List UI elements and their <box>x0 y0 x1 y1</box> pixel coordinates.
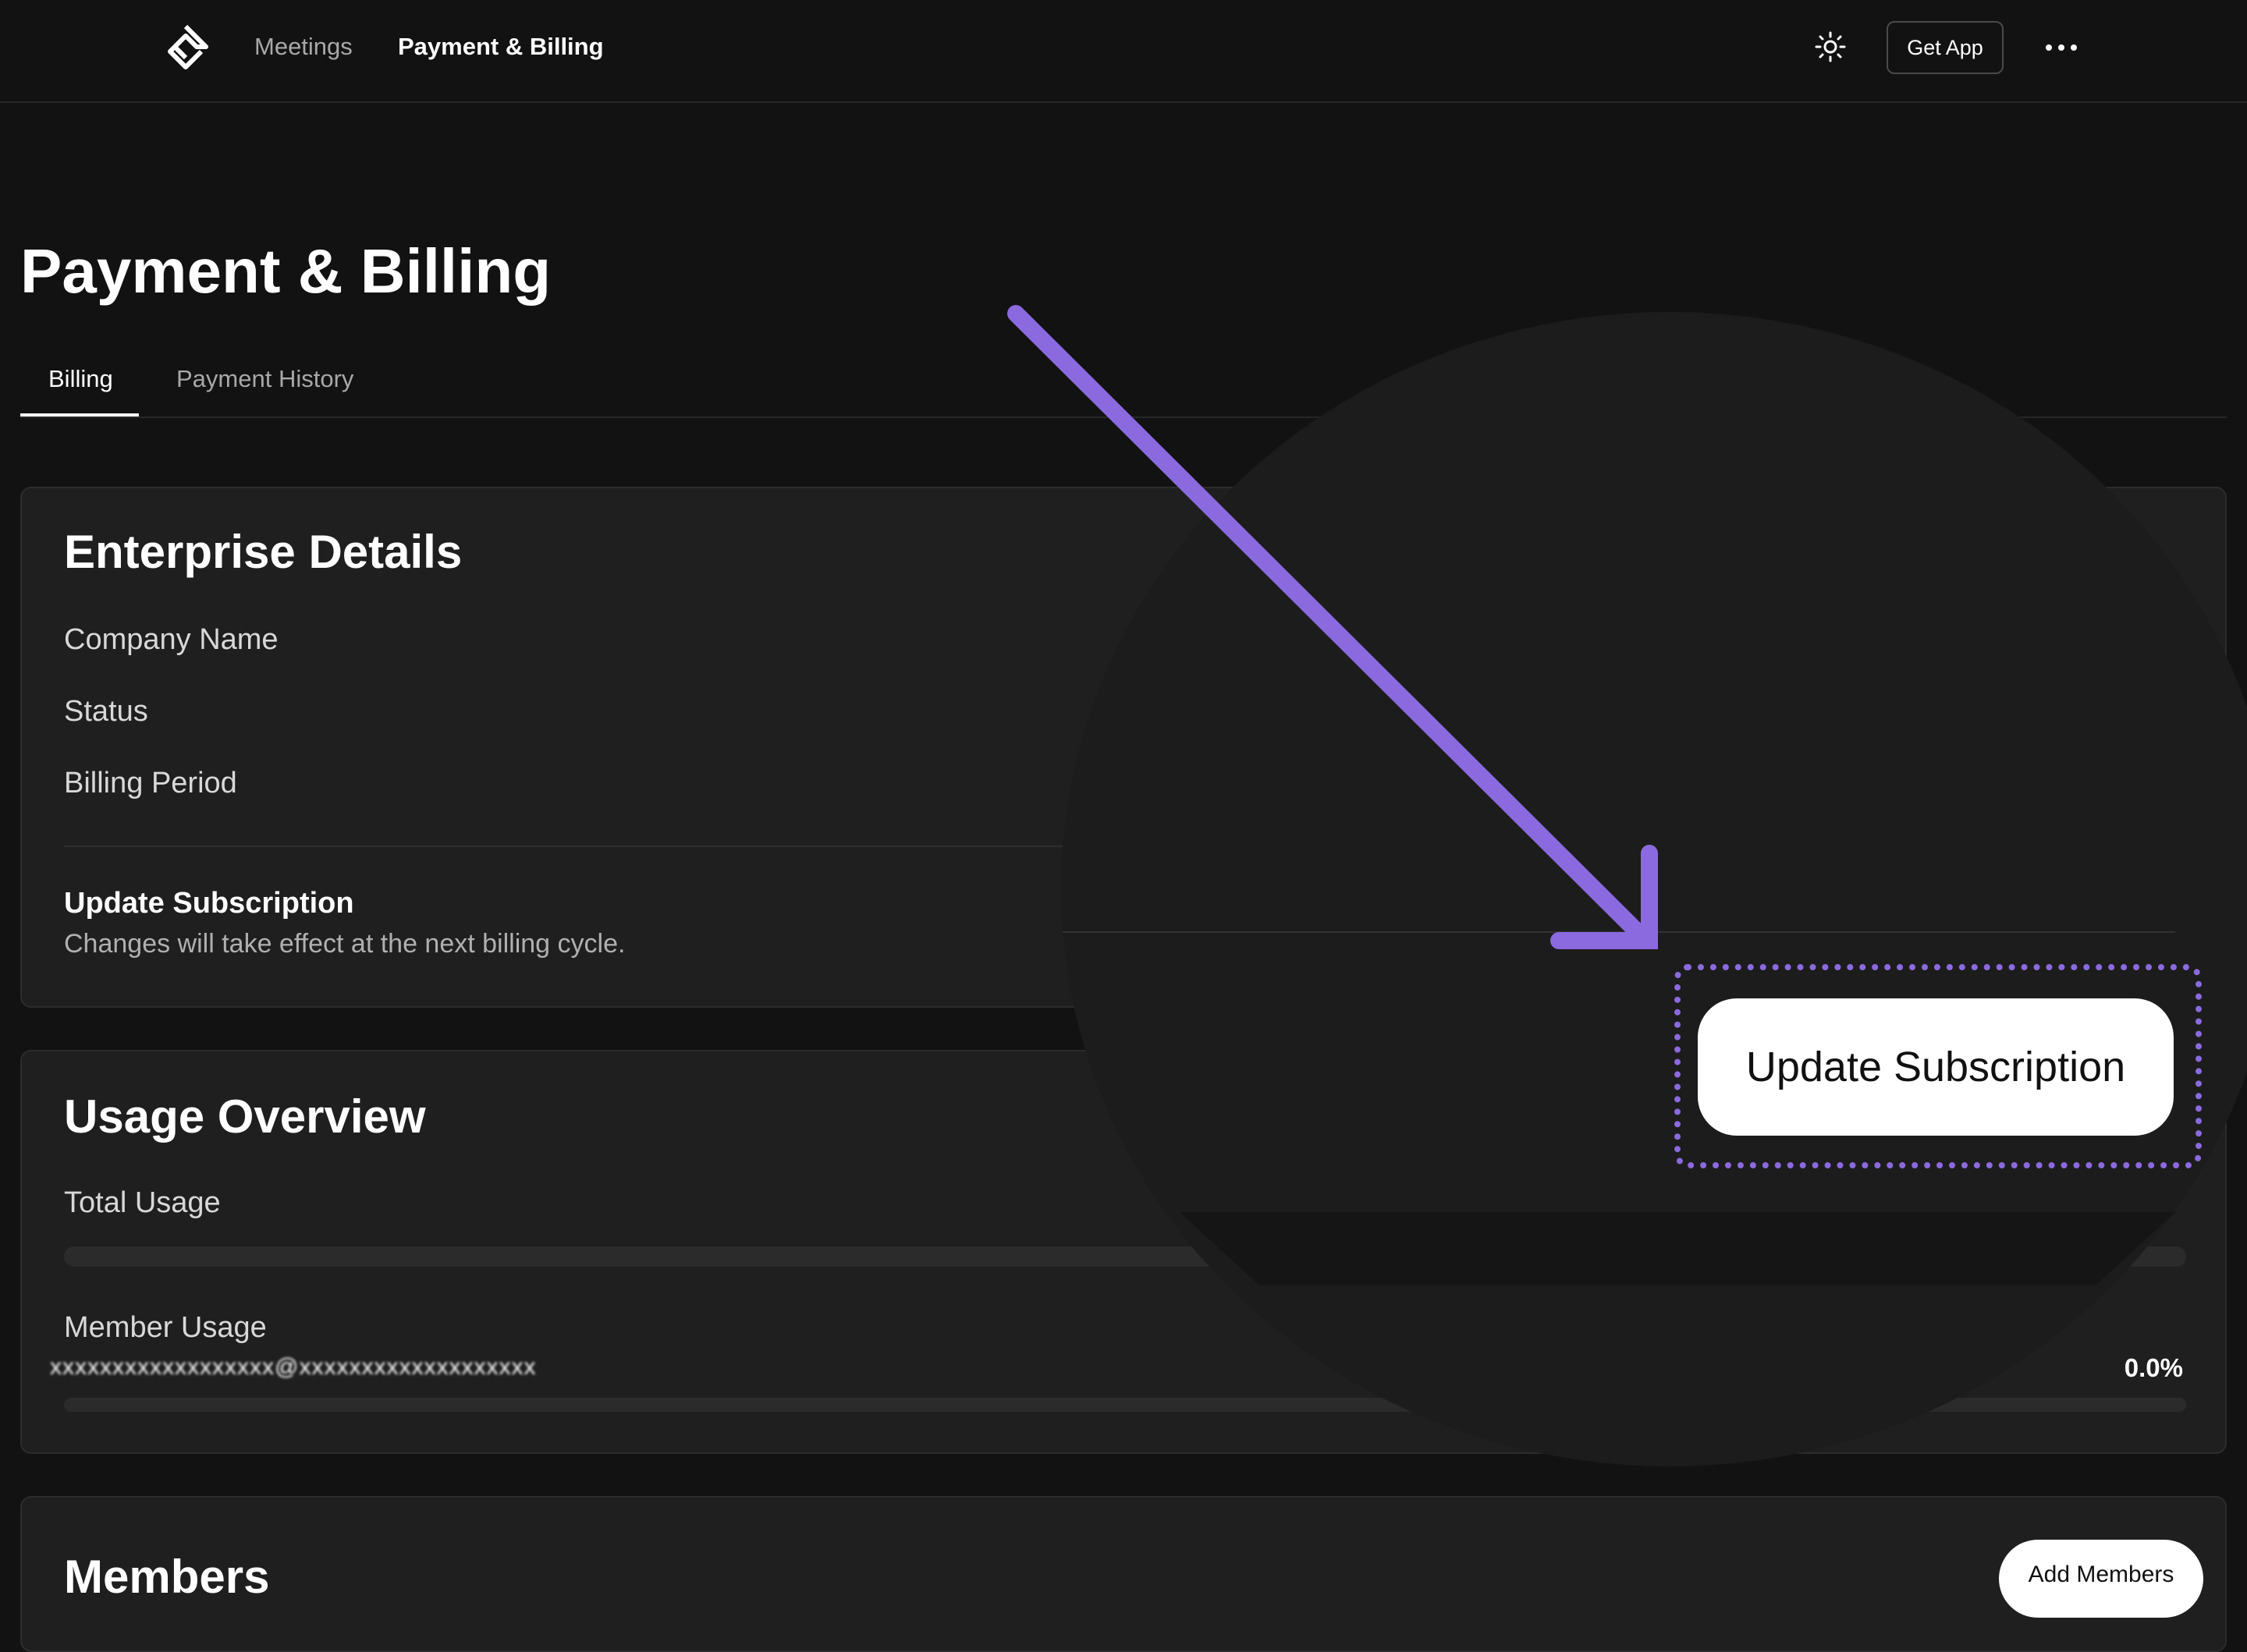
get-app-button[interactable]: Get App <box>1887 21 2004 74</box>
active-tab-indicator <box>20 413 139 417</box>
member-usage-bar <box>64 1398 2186 1412</box>
usage-overview-title: Usage Overview <box>64 1090 426 1143</box>
members-title: Members <box>64 1551 270 1603</box>
update-subscription-button[interactable]: Update Subscription <box>1698 998 2174 1136</box>
members-card: Members Add Members <box>20 1496 2227 1652</box>
tab-bar: Billing Payment History <box>20 351 2227 418</box>
member-usage-label: Member Usage <box>64 1311 267 1344</box>
member-usage-percent: 0.0% <box>2124 1353 2183 1382</box>
top-navigation: Meetings Payment & Billing Get App <box>0 0 2247 103</box>
billing-period-label: Billing Period <box>64 767 237 799</box>
enterprise-details-card: Enterprise Details Company Name Status B… <box>20 487 2227 1008</box>
update-subscription-title: Update Subscription <box>64 887 354 920</box>
total-usage-bar <box>64 1246 2186 1267</box>
update-subscription-description: Changes will take effect at the next bil… <box>64 929 626 959</box>
member-email: xxxxxxxxxxxxxxxxxx@xxxxxxxxxxxxxxxxxxx <box>50 1354 537 1380</box>
company-name-label: Company Name <box>64 623 279 656</box>
total-usage-label: Total Usage <box>64 1186 221 1219</box>
divider <box>64 845 2186 847</box>
logo-icon[interactable] <box>156 23 215 73</box>
nav-meetings[interactable]: Meetings <box>254 31 353 62</box>
nav-payment-billing[interactable]: Payment & Billing <box>398 31 604 62</box>
more-icon[interactable] <box>2043 36 2080 59</box>
add-members-button[interactable]: Add Members <box>1999 1540 2203 1618</box>
enterprise-details-title: Enterprise Details <box>64 526 463 578</box>
tab-billing[interactable]: Billing <box>48 363 113 395</box>
sun-icon[interactable] <box>1815 31 1846 62</box>
page-title: Payment & Billing <box>20 236 552 306</box>
tab-payment-history[interactable]: Payment History <box>176 363 353 395</box>
status-label: Status <box>64 695 148 728</box>
